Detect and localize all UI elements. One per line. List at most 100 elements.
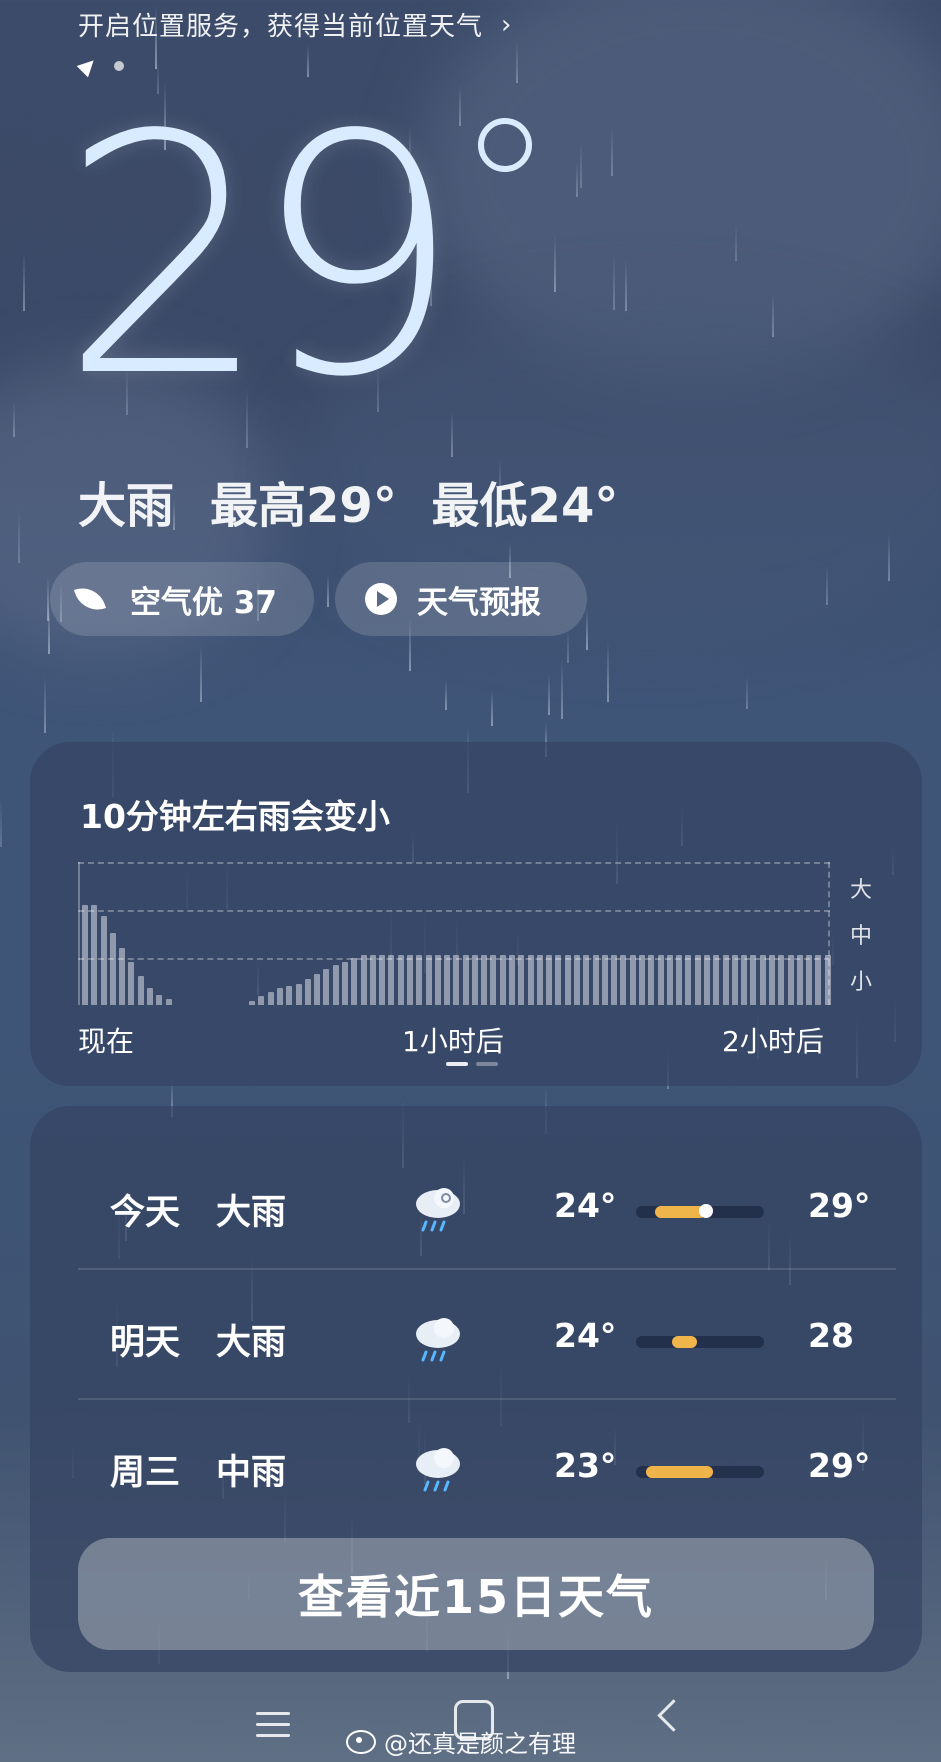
precip-bar bbox=[815, 955, 822, 1005]
forecast-row-today[interactable]: 今天 大雨 24° 29° bbox=[78, 1140, 896, 1270]
back-icon[interactable] bbox=[657, 1699, 690, 1732]
rain-streak bbox=[548, 674, 550, 715]
precip-bar bbox=[165, 999, 172, 1005]
precip-bar bbox=[499, 955, 506, 1005]
forecast-row-tomorrow[interactable]: 明天 大雨 24° 28 bbox=[78, 1270, 896, 1400]
heavy-rain-icon bbox=[416, 1188, 460, 1232]
rain-streak bbox=[735, 224, 737, 261]
precip-bar bbox=[119, 948, 126, 1005]
temp-range-bar bbox=[636, 1204, 764, 1218]
precip-bar bbox=[518, 955, 525, 1005]
precip-bar bbox=[304, 979, 311, 1005]
weibo-watermark: @还真是颜之有理 bbox=[346, 1724, 576, 1759]
precip-bar bbox=[824, 955, 831, 1005]
temp-range-fill bbox=[671, 1336, 698, 1348]
current-temp-dot bbox=[699, 1204, 714, 1218]
time-label-2h: 2小时后 bbox=[722, 1025, 824, 1058]
menu-icon[interactable] bbox=[256, 1712, 290, 1745]
precip-bar bbox=[388, 955, 395, 1005]
precip-bar bbox=[369, 955, 376, 1005]
watermark-text: @还真是颜之有理 bbox=[384, 1730, 576, 1758]
precip-bar bbox=[137, 976, 144, 1005]
page-dot-active bbox=[446, 1062, 468, 1066]
rain-streak bbox=[580, 142, 582, 188]
rain-streak bbox=[516, 40, 518, 83]
time-label-now: 现在 bbox=[78, 1025, 135, 1058]
precipitation-title: 10分钟左右雨会变小 bbox=[80, 797, 390, 836]
precip-bar bbox=[713, 955, 720, 1005]
view-15-day-forecast-button[interactable]: 查看近15日天气 bbox=[78, 1538, 874, 1650]
precip-bar bbox=[91, 905, 98, 1005]
degree-symbol bbox=[478, 118, 532, 172]
precip-bar bbox=[620, 955, 627, 1005]
precip-bar bbox=[639, 955, 646, 1005]
precip-bar bbox=[295, 984, 302, 1005]
precip-bar bbox=[676, 955, 683, 1005]
rain-streak bbox=[48, 605, 50, 654]
temp-range-fill bbox=[646, 1466, 713, 1478]
rain-streak bbox=[200, 645, 202, 702]
precip-bar bbox=[286, 986, 293, 1005]
day-condition: 中雨 bbox=[216, 1453, 287, 1493]
rain-streak bbox=[625, 259, 627, 311]
precip-bar bbox=[750, 955, 757, 1005]
precip-bar bbox=[685, 955, 692, 1005]
precip-bar bbox=[629, 955, 636, 1005]
location-service-banner[interactable]: 开启位置服务，获得当前位置天气 › bbox=[78, 6, 512, 43]
high-temp: 28 bbox=[808, 1316, 854, 1355]
precip-bar bbox=[360, 955, 367, 1005]
forecast-row-wednesday[interactable]: 周三 中雨 23° 29° bbox=[78, 1400, 896, 1530]
level-label-light: 小 bbox=[850, 970, 873, 995]
precip-bar bbox=[490, 955, 497, 1005]
rain-streak bbox=[18, 508, 20, 563]
precip-bar bbox=[481, 955, 488, 1005]
precip-bar bbox=[351, 958, 358, 1005]
level-label-heavy: 大 bbox=[850, 878, 873, 903]
low-temp: 23° bbox=[554, 1446, 617, 1485]
precip-bar bbox=[731, 955, 738, 1005]
card-page-indicator[interactable] bbox=[446, 1062, 498, 1066]
high-temp: 29° bbox=[808, 1446, 871, 1485]
leaf-icon bbox=[73, 581, 107, 617]
precip-bar bbox=[453, 955, 460, 1005]
precip-bar bbox=[527, 955, 534, 1005]
weather-summary: 大雨 最高29° 最低24° bbox=[78, 466, 618, 536]
page-dot bbox=[476, 1062, 498, 1066]
grid-line-medium bbox=[78, 910, 830, 912]
rain-streak bbox=[586, 608, 588, 650]
high-temp: 29° bbox=[808, 1186, 871, 1225]
precip-bar bbox=[314, 974, 321, 1005]
precip-bar bbox=[583, 955, 590, 1005]
rain-streak bbox=[44, 676, 46, 733]
high-low: 最高29° 最低24° bbox=[210, 466, 618, 536]
precip-bar bbox=[379, 955, 386, 1005]
rain-streak bbox=[491, 691, 493, 726]
precip-bar bbox=[666, 955, 673, 1005]
rain-streak bbox=[746, 676, 748, 709]
precip-bar bbox=[648, 955, 655, 1005]
precip-bar bbox=[434, 955, 441, 1005]
precip-bar bbox=[416, 955, 423, 1005]
precip-bar bbox=[806, 955, 813, 1005]
weibo-logo-icon bbox=[346, 1729, 376, 1754]
precip-bar bbox=[82, 905, 88, 1005]
moderate-rain-icon bbox=[416, 1448, 460, 1492]
rain-streak bbox=[327, 574, 329, 607]
precip-bar bbox=[397, 955, 404, 1005]
high-temp: 最高29° bbox=[210, 478, 397, 534]
precip-bar bbox=[741, 955, 748, 1005]
precip-bar bbox=[425, 955, 432, 1005]
precip-bar bbox=[267, 992, 274, 1005]
air-quality-button[interactable]: 空气优 37 bbox=[50, 562, 314, 636]
precipitation-card[interactable]: 10分钟左右雨会变小 大 中 小 现在 1小时后 2小时后 bbox=[30, 742, 922, 1086]
day-name: 明天 bbox=[110, 1323, 181, 1363]
chart-axis-left bbox=[78, 862, 80, 1005]
weather-forecast-video-button[interactable]: 天气预报 bbox=[335, 562, 587, 636]
day-condition: 大雨 bbox=[216, 1193, 287, 1233]
low-temp: 24° bbox=[554, 1316, 617, 1355]
precip-bar bbox=[778, 955, 785, 1005]
rain-streak bbox=[613, 253, 615, 310]
level-label-medium: 中 bbox=[850, 924, 873, 949]
heavy-rain-icon bbox=[416, 1318, 460, 1362]
precip-bar bbox=[471, 955, 478, 1005]
